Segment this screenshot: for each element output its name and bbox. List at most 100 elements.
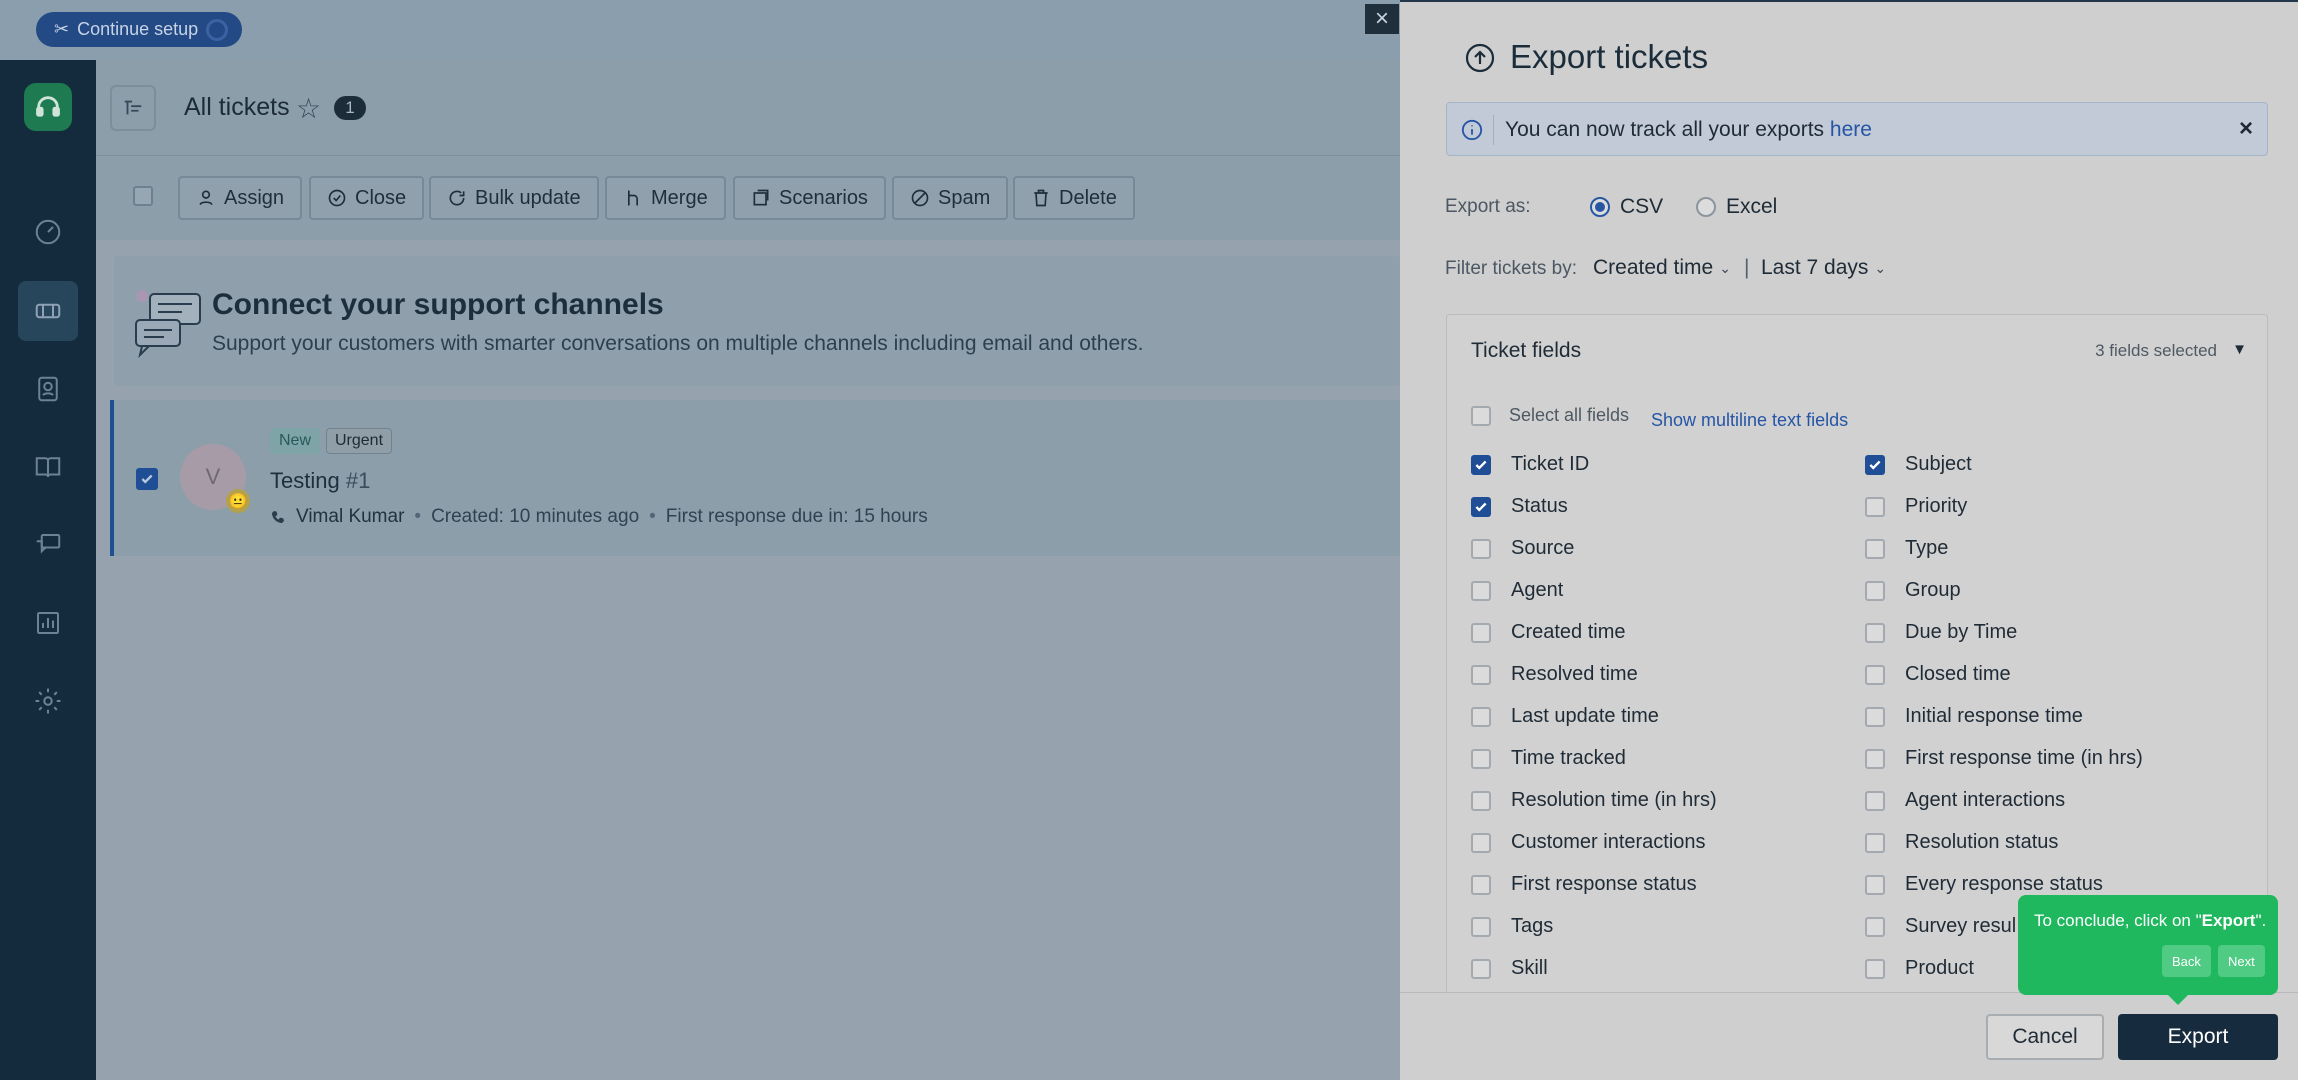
ticket-checkbox[interactable] — [136, 468, 158, 490]
spam-button[interactable]: Spam — [892, 176, 1009, 220]
field-option[interactable]: Time tracked — [1471, 747, 1626, 770]
tickets-header: All tickets ☆ 1 — [96, 60, 1400, 156]
checkbox-checked[interactable] — [1471, 454, 1491, 475]
checkbox-unchecked[interactable] — [1865, 622, 1885, 643]
close-panel-button[interactable]: × — [1365, 4, 1399, 34]
ticket-title[interactable]: Testing #1 — [270, 468, 370, 494]
contacts-icon[interactable] — [18, 359, 78, 419]
checkbox-unchecked[interactable] — [1865, 790, 1885, 811]
field-option[interactable]: Product — [1865, 957, 1974, 980]
checkbox-unchecked[interactable] — [1865, 496, 1885, 517]
field-option[interactable]: Created time — [1471, 621, 1626, 644]
ticket-row[interactable]: V 😐 New Urgent Testing #1 Vimal Kumar • … — [110, 400, 1400, 556]
checkbox-unchecked[interactable] — [1865, 538, 1885, 559]
checkbox-unchecked[interactable] — [1865, 580, 1885, 601]
conversations-icon[interactable] — [18, 515, 78, 575]
checkbox-unchecked[interactable] — [1471, 538, 1491, 559]
checkbox-unchecked[interactable] — [1865, 664, 1885, 685]
checkbox-unchecked[interactable] — [1865, 832, 1885, 853]
checkbox-unchecked[interactable] — [1865, 748, 1885, 769]
field-option[interactable]: Resolution time (in hrs) — [1471, 789, 1717, 812]
field-option[interactable]: Closed time — [1865, 663, 2011, 686]
delete-button[interactable]: Delete — [1013, 176, 1135, 220]
checkbox-unchecked[interactable] — [1865, 916, 1885, 937]
scenarios-label: Scenarios — [779, 186, 868, 209]
checkbox-unchecked[interactable] — [1471, 958, 1491, 979]
field-option[interactable]: Group — [1865, 579, 1961, 602]
filter-range-dropdown[interactable]: Last 7 days ⌄ — [1761, 256, 1886, 280]
checkbox-unchecked[interactable] — [1471, 874, 1491, 895]
checkbox-unchecked[interactable] — [1471, 622, 1491, 643]
dismiss-info-icon[interactable]: × — [2239, 115, 2253, 143]
field-option[interactable]: Agent — [1471, 579, 1563, 602]
ticket-fields-title[interactable]: Ticket fields — [1471, 339, 1581, 363]
field-option[interactable]: Skill — [1471, 957, 1548, 980]
exports-here-link[interactable]: here — [1830, 118, 1872, 141]
field-option[interactable]: Customer interactions — [1471, 831, 1706, 854]
csv-radio[interactable]: CSV — [1590, 195, 1663, 219]
field-option[interactable]: Survey resul — [1865, 915, 2016, 938]
export-button[interactable]: Export — [2118, 1014, 2278, 1060]
field-option[interactable]: Resolved time — [1471, 663, 1638, 686]
settings-gear-icon[interactable] — [18, 671, 78, 731]
field-option[interactable]: Agent interactions — [1865, 789, 2065, 812]
checkbox-unchecked[interactable] — [1471, 580, 1491, 601]
delete-label: Delete — [1059, 186, 1117, 209]
field-option-label: Due by Time — [1905, 621, 2018, 643]
assign-button[interactable]: Assign — [178, 176, 303, 220]
merge-button[interactable]: Merge — [605, 176, 726, 220]
field-option[interactable]: Ticket ID — [1471, 453, 1589, 476]
checkbox-unchecked[interactable] — [1471, 790, 1491, 811]
checkbox-checked[interactable] — [1865, 454, 1885, 475]
field-option[interactable]: Last update time — [1471, 705, 1659, 728]
field-option[interactable]: Tags — [1471, 915, 1553, 938]
continue-setup-button[interactable]: ✂ Continue setup — [36, 12, 243, 47]
progress-ring-icon — [206, 18, 229, 41]
checkbox-unchecked[interactable] — [1471, 664, 1491, 685]
excel-radio[interactable]: Excel — [1696, 195, 1777, 219]
field-option[interactable]: Resolution status — [1865, 831, 2058, 854]
checkbox-checked[interactable] — [1471, 496, 1491, 517]
tickets-icon[interactable] — [18, 281, 78, 341]
close-button[interactable]: Close — [309, 176, 425, 220]
tooltip-back-button[interactable]: Back — [2162, 945, 2211, 977]
guide-tooltip: To conclude, click on "Export". Back Nex… — [2018, 895, 2278, 1005]
checkbox-unchecked[interactable] — [1471, 748, 1491, 769]
radio-selected-icon — [1590, 197, 1610, 217]
checkbox-unchecked[interactable] — [1471, 832, 1491, 853]
checkbox-unchecked[interactable] — [1471, 916, 1491, 937]
select-all-tickets-checkbox[interactable] — [133, 186, 153, 206]
select-all-fields[interactable]: Select all fields — [1471, 405, 1629, 426]
field-option[interactable]: Due by Time — [1865, 621, 2017, 644]
favorite-star-icon[interactable]: ☆ — [296, 92, 321, 125]
show-multiline-link[interactable]: Show multiline text fields — [1651, 410, 1848, 431]
headset-logo-icon[interactable] — [24, 83, 72, 131]
field-option[interactable]: First response status — [1471, 873, 1697, 896]
field-option[interactable]: Source — [1471, 537, 1574, 560]
field-option[interactable]: Initial response time — [1865, 705, 2083, 728]
field-option[interactable]: Every response status — [1865, 873, 2103, 896]
dashboard-icon[interactable] — [18, 202, 78, 262]
select-all-checkbox[interactable] — [1471, 405, 1491, 426]
knowledge-base-icon[interactable] — [18, 437, 78, 497]
checkbox-unchecked[interactable] — [1865, 958, 1885, 979]
field-option[interactable]: Status — [1471, 495, 1568, 518]
cancel-button[interactable]: Cancel — [1986, 1014, 2104, 1060]
checkbox-unchecked[interactable] — [1865, 874, 1885, 895]
field-option-label: Resolution time (in hrs) — [1511, 789, 1717, 811]
analytics-icon[interactable] — [18, 593, 78, 653]
filter-toggle-button[interactable] — [110, 85, 156, 131]
field-option[interactable]: Type — [1865, 537, 1948, 560]
filter-field-dropdown[interactable]: Created time ⌄ — [1593, 256, 1731, 280]
chat-illustration-icon — [135, 290, 201, 358]
close-label: Close — [355, 186, 407, 209]
checkbox-unchecked[interactable] — [1865, 706, 1885, 727]
field-option[interactable]: Subject — [1865, 453, 1972, 476]
field-option[interactable]: First response time (in hrs) — [1865, 747, 2143, 770]
field-option[interactable]: Priority — [1865, 495, 1967, 518]
scenarios-button[interactable]: Scenarios — [733, 176, 886, 220]
bulk-update-button[interactable]: Bulk update — [429, 176, 599, 220]
collapse-caret-icon[interactable]: ▼ — [2232, 341, 2247, 358]
checkbox-unchecked[interactable] — [1471, 706, 1491, 727]
tooltip-next-button[interactable]: Next — [2218, 945, 2265, 977]
